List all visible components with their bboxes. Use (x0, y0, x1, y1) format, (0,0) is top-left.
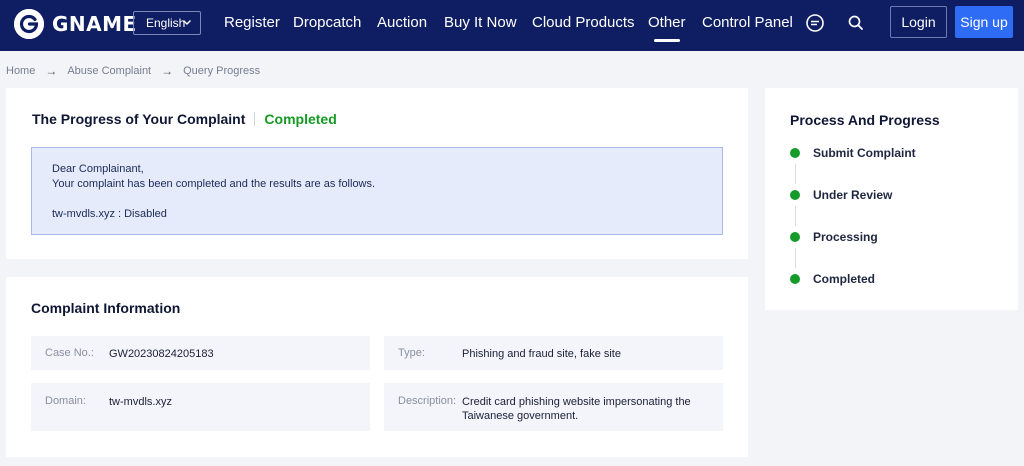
complaint-progress-card: The Progress of Your Complaint Completed… (6, 88, 748, 259)
case-number-value: GW20230824205183 (109, 348, 214, 360)
description-label: Description: (398, 395, 457, 407)
breadcrumb-abuse-complaint[interactable]: Abuse Complaint (67, 65, 151, 77)
breadcrumb-home[interactable]: Home (6, 65, 35, 77)
title-divider (254, 112, 256, 126)
case-number-field: Case No.: GW20230824205183 (31, 336, 370, 370)
nav-cloud-products[interactable]: Cloud Products (532, 14, 635, 31)
step-connector (795, 164, 796, 184)
step-connector (795, 206, 796, 226)
type-label: Type: (398, 347, 425, 359)
breadcrumb: Home → Abuse Complaint → Query Progress (6, 64, 260, 78)
side-title: Process And Progress (790, 112, 940, 128)
progress-title-row: The Progress of Your Complaint Completed (32, 111, 337, 127)
nav-dropcatch[interactable]: Dropcatch (293, 14, 361, 31)
nav-auction[interactable]: Auction (377, 14, 427, 31)
step-label: Under Review (813, 188, 893, 202)
step-dot (790, 232, 800, 242)
language-label: English (146, 16, 186, 30)
case-number-label: Case No.: (45, 347, 94, 359)
top-navigation-bar: GNAME English Register Dropcatch Auction… (0, 0, 1024, 51)
step-dot (790, 148, 800, 158)
domain-label: Domain: (45, 395, 86, 407)
support-chat-icon[interactable] (805, 13, 825, 33)
description-value: Credit card phishing website impersonati… (462, 396, 691, 422)
info-title: Complaint Information (31, 300, 181, 316)
brand-name: GNAME (52, 12, 137, 36)
language-selector[interactable]: English (133, 11, 201, 35)
step-label: Submit Complaint (813, 146, 916, 160)
arrow-right-icon: → (161, 64, 174, 78)
chevron-down-icon (181, 16, 193, 31)
step-connector (795, 248, 796, 268)
result-notice: Dear Complainant, Your complaint has bee… (31, 147, 723, 235)
nav-register[interactable]: Register (224, 14, 280, 31)
step-completed: Completed (790, 272, 875, 286)
notice-result: tw-mvdls.xyz : Disabled (52, 208, 167, 220)
breadcrumb-query-progress: Query Progress (183, 65, 261, 77)
step-processing: Processing (790, 230, 878, 244)
login-button[interactable]: Login (890, 6, 947, 38)
complaint-information-card: Complaint Information Case No.: GW202308… (6, 277, 748, 457)
notice-greeting: Dear Complainant, (52, 163, 144, 175)
nav-other[interactable]: Other (648, 14, 686, 42)
step-label: Processing (813, 230, 878, 244)
progress-status: Completed (264, 111, 337, 127)
type-field: Type: Phishing and fraud site, fake site (384, 336, 723, 370)
domain-value: tw-mvdls.xyz (109, 396, 172, 408)
step-under-review: Under Review (790, 188, 892, 202)
description-field: Description: Credit card phishing websit… (384, 383, 723, 431)
step-dot (790, 274, 800, 284)
nav-control-panel[interactable]: Control Panel (702, 14, 793, 31)
brand-logo[interactable]: GNAME (14, 9, 137, 39)
step-submit-complaint: Submit Complaint (790, 146, 916, 160)
notice-message: Your complaint has been completed and th… (52, 178, 376, 190)
step-dot (790, 190, 800, 200)
step-label: Completed (813, 272, 876, 286)
type-value: Phishing and fraud site, fake site (462, 348, 621, 360)
progress-title: The Progress of Your Complaint (32, 111, 246, 127)
signup-button[interactable]: Sign up (955, 6, 1013, 38)
gname-logo-icon (14, 9, 44, 39)
search-icon[interactable] (846, 13, 866, 33)
process-progress-card: Process And Progress Submit Complaint Un… (765, 88, 1018, 310)
domain-field: Domain: tw-mvdls.xyz (31, 383, 370, 431)
nav-buy-it-now[interactable]: Buy It Now (444, 14, 517, 31)
arrow-right-icon: → (45, 64, 58, 78)
